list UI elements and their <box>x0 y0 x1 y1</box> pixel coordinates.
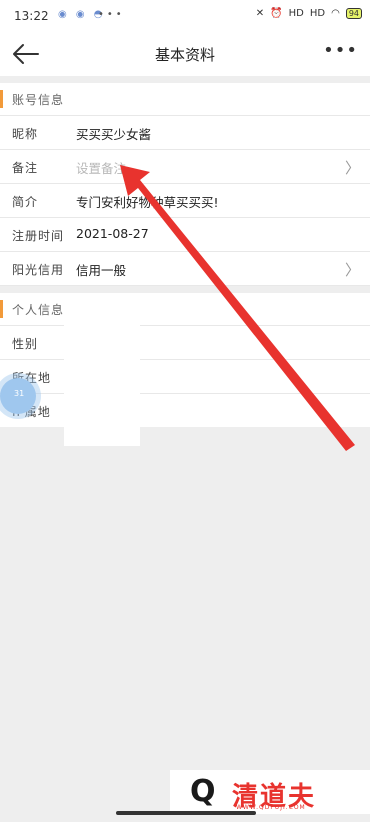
nav-bar: 基本资料 ••• <box>0 32 370 76</box>
bio-row: 简介 专门安利好物种草买买买! <box>0 184 370 218</box>
floating-assist-label: 31 <box>14 389 25 398</box>
section-header: 个人信息 <box>0 293 370 326</box>
redaction-patch <box>64 322 140 446</box>
battery-icon: 94 <box>345 8 362 19</box>
status-time: 13:22 <box>14 9 49 23</box>
section-accent-bar <box>0 300 3 318</box>
sunshine-credit-row[interactable]: 阳光信用 信用一般 〉 <box>0 252 370 286</box>
personal-info-section: 个人信息 性别 所在地 IP属地 <box>0 293 370 427</box>
register-time-row: 注册时间 2021-08-27 <box>0 218 370 252</box>
chevron-right-icon: 〉 <box>344 261 360 279</box>
section-header: 账号信息 <box>0 83 370 116</box>
floating-assist-button[interactable]: 31 <box>0 378 36 414</box>
section-accent-bar <box>0 90 3 108</box>
remark-label: 备注 <box>12 161 39 175</box>
watermark-url: WWW.QDFUJI.COM <box>236 804 306 811</box>
location-row: 所在地 <box>0 360 370 394</box>
account-info-section: 账号信息 昵称 买买买少女酱 备注 设置备注 〉 简介 专门安利好物种草买买买!… <box>0 83 370 286</box>
sunshine-credit-value: 信用一般 <box>76 263 127 278</box>
more-options-button[interactable]: ••• <box>323 40 358 61</box>
sunshine-credit-label: 阳光信用 <box>12 263 65 277</box>
remark-placeholder[interactable]: 设置备注 <box>76 158 126 177</box>
watermark-logo: Q 清道夫 WWW.QDFUJI.COM <box>170 770 370 814</box>
home-indicator[interactable] <box>116 811 256 815</box>
more-notifications-icon: ••• <box>98 9 125 20</box>
watermark-letter: Q <box>190 774 216 809</box>
status-bar: 13:22 ◉ ◉ ◓ ••• ✕ ⏰ HD HD ◠ 94 <box>0 0 370 32</box>
wifi-icon: ◠ <box>331 8 340 19</box>
page-title: 基本资料 <box>154 46 215 64</box>
nickname-value: 买买买少女酱 <box>76 127 152 142</box>
mute-icon: ✕ <box>255 8 265 19</box>
ip-location-row: IP属地 <box>0 394 370 427</box>
register-time-value: 2021-08-27 <box>76 226 149 241</box>
signal-icon: HD <box>288 8 304 19</box>
bio-value: 专门安利好物种草买买买! <box>76 195 219 210</box>
nickname-label: 昵称 <box>12 127 39 141</box>
signal-icon-2: HD <box>309 8 326 19</box>
nickname-row: 昵称 买买买少女酱 <box>0 116 370 150</box>
system-icons: ✕ ⏰ HD HD ◠ 94 <box>256 8 362 19</box>
section-title: 账号信息 <box>12 93 65 107</box>
alarm-icon: ⏰ <box>270 8 283 19</box>
remark-row[interactable]: 备注 设置备注 〉 <box>0 150 370 184</box>
gender-label: 性别 <box>12 337 39 351</box>
bio-label: 简介 <box>12 195 39 209</box>
register-time-label: 注册时间 <box>12 229 65 243</box>
section-title: 个人信息 <box>12 303 65 317</box>
chevron-right-icon: 〉 <box>344 159 360 177</box>
gender-row: 性别 <box>0 326 370 360</box>
